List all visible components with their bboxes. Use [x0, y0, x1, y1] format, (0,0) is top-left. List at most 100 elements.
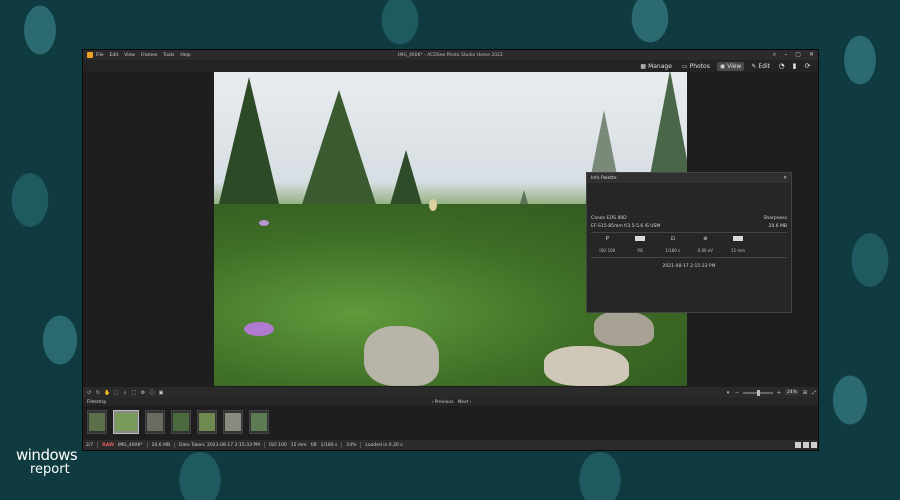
history-icon[interactable]: ◔: [777, 62, 786, 70]
menu-bar: File Edit View Frames Tools Help: [96, 53, 191, 58]
status-icons: [795, 442, 817, 448]
fit-window-icon[interactable]: ⤢: [811, 390, 817, 396]
zoom-level[interactable]: 24%: [784, 390, 799, 395]
file-size: 20.6 MB: [151, 442, 171, 448]
settings-icon[interactable]: ⚙: [140, 390, 146, 396]
next-button[interactable]: Next: [458, 400, 468, 405]
thumbnail[interactable]: [197, 410, 217, 434]
layout-icon[interactable]: [795, 442, 801, 448]
menu-edit[interactable]: Edit: [110, 53, 119, 58]
filmstrip-header: Filmstrip ‹ Previous Next ›: [83, 398, 818, 406]
thumbnail-image: [89, 413, 105, 431]
acdsee-window: File Edit View Frames Tools Help IMG_460…: [82, 49, 819, 451]
title-bar: File Edit View Frames Tools Help IMG_460…: [83, 50, 818, 60]
load-time: Loaded in 0.20 s: [365, 442, 403, 448]
grid-icon: ▦: [640, 62, 647, 70]
zoom-percent: 24%: [346, 442, 357, 448]
lens-model: EF-S15-85mm f/3.5-5.6 IS USM: [591, 223, 661, 229]
status-bar: 2/7 RAW IMG_4606* 20.6 MB Date Taken: 20…: [83, 440, 818, 450]
exposure-comp-value: 0.00 eV: [697, 248, 714, 253]
compare-icon[interactable]: ▣: [158, 390, 164, 396]
focal-length: 15 mm: [290, 442, 307, 448]
camera-model: Canon EOS 80D: [591, 215, 627, 221]
chevron-left-icon[interactable]: ‹: [431, 400, 433, 405]
window-controls: ⌕ – ▢ ✕: [773, 51, 814, 59]
actual-size-icon[interactable]: ⊞: [802, 390, 808, 396]
thumbnail[interactable]: [171, 410, 191, 434]
image-viewer: Info Palette ✕ Canon EOS 80D Sharpness E…: [83, 72, 818, 387]
windows-report-logo: windows report: [16, 446, 78, 477]
thumbnail[interactable]: [145, 410, 165, 434]
info-palette[interactable]: Info Palette ✕ Canon EOS 80D Sharpness E…: [586, 172, 792, 313]
minimize-icon[interactable]: –: [784, 51, 787, 59]
thumbnail-image: [199, 413, 215, 431]
metering-icon: [634, 236, 645, 241]
thumbnail[interactable]: [249, 410, 269, 434]
close-icon[interactable]: ✕: [783, 176, 787, 181]
shutter-value: 1/180 s: [665, 248, 681, 253]
menu-help[interactable]: Help: [180, 53, 190, 58]
viewer-toolbar: ↺ ↻ ✋ ⬚ ⌕ ⛶ ⚙ ⓘ ▣ ▾ − + 24% ⊞ ⤢: [83, 387, 818, 398]
maximize-icon[interactable]: ▢: [795, 51, 801, 59]
info-palette-title: Info Palette: [591, 175, 617, 181]
edit-icon[interactable]: [803, 442, 809, 448]
aperture: f/8: [310, 442, 317, 448]
menu-tools[interactable]: Tools: [163, 53, 174, 58]
file-name: IMG_4606*: [117, 442, 143, 448]
fit-icon[interactable]: ⛶: [131, 390, 137, 396]
filmstrip-nav: ‹ Previous Next ›: [83, 400, 818, 405]
image-index: 2/7: [86, 442, 94, 448]
menu-view[interactable]: View: [124, 53, 135, 58]
zoom-icon[interactable]: ⌕: [122, 390, 128, 396]
exposure-program: P: [605, 236, 609, 242]
rotate-right-icon[interactable]: ↻: [95, 390, 101, 396]
filmstrip: Filmstrip ‹ Previous Next ›: [83, 398, 818, 440]
info-icon[interactable]: ⓘ: [149, 389, 155, 396]
edit-mode-button[interactable]: ✎ Edit: [748, 62, 773, 71]
hand-icon[interactable]: ✋: [104, 390, 110, 396]
menu-frames[interactable]: Frames: [141, 53, 157, 58]
close-icon[interactable]: ✕: [809, 51, 814, 59]
search-icon[interactable]: ⌕: [773, 51, 776, 59]
zoom-out-icon[interactable]: −: [734, 390, 740, 396]
view-mode-button[interactable]: ◉ View: [716, 61, 745, 71]
thumbnail-image: [147, 413, 163, 431]
select-icon[interactable]: ⬚: [113, 390, 119, 396]
logo-line-2: report: [30, 462, 70, 477]
focal-length-value: 15 mm: [730, 248, 746, 253]
thumbnail-selected[interactable]: [113, 410, 139, 434]
chevron-right-icon[interactable]: ›: [470, 400, 472, 405]
thumbnail-list: [83, 406, 818, 438]
zoom-slider[interactable]: [742, 389, 773, 396]
zoom-in-icon[interactable]: +: [776, 390, 782, 396]
menu-file[interactable]: File: [96, 53, 104, 58]
thumbnail[interactable]: [223, 410, 243, 434]
iso-label: ISO: [599, 248, 607, 253]
shutter-speed: 1/180 s: [320, 442, 338, 448]
date-taken: Date Taken: 2021-08-17 2:15:33 PM: [179, 442, 260, 448]
thumbnail-image: [225, 413, 241, 431]
stats-icon[interactable]: ▮: [790, 62, 799, 70]
photos-mode-button[interactable]: ▭ Photos: [679, 62, 713, 71]
iso-value: 100: [607, 248, 616, 253]
mode-bar: ▦ Manage ▭ Photos ◉ View ✎ Edit ◔ ▮ ⟳: [83, 60, 818, 72]
file-size: 20.6 MB: [768, 223, 787, 229]
chevron-down-icon[interactable]: ▾: [725, 390, 731, 396]
thumbnail-image: [251, 413, 267, 431]
manage-mode-button[interactable]: ▦ Manage: [637, 62, 675, 71]
brush-icon: ✎: [751, 62, 757, 70]
thumbnail-image: [115, 413, 137, 431]
focus-icon: ⊡: [670, 236, 675, 242]
logo-line-1: windows: [16, 446, 78, 464]
iso-value: ISO 100: [268, 442, 287, 448]
previous-button[interactable]: Previous: [435, 400, 454, 405]
info-palette-header[interactable]: Info Palette ✕: [587, 173, 791, 183]
thumbnail[interactable]: [87, 410, 107, 434]
fullscreen-icon[interactable]: [811, 442, 817, 448]
file-type-badge: RAW: [102, 442, 114, 448]
aperture-value: f/8: [637, 248, 643, 253]
share-icon[interactable]: ⟳: [803, 62, 812, 70]
photos-icon: ▭: [681, 62, 688, 70]
rotate-left-icon[interactable]: ↺: [86, 390, 92, 396]
eye-icon: ◉: [719, 62, 726, 70]
